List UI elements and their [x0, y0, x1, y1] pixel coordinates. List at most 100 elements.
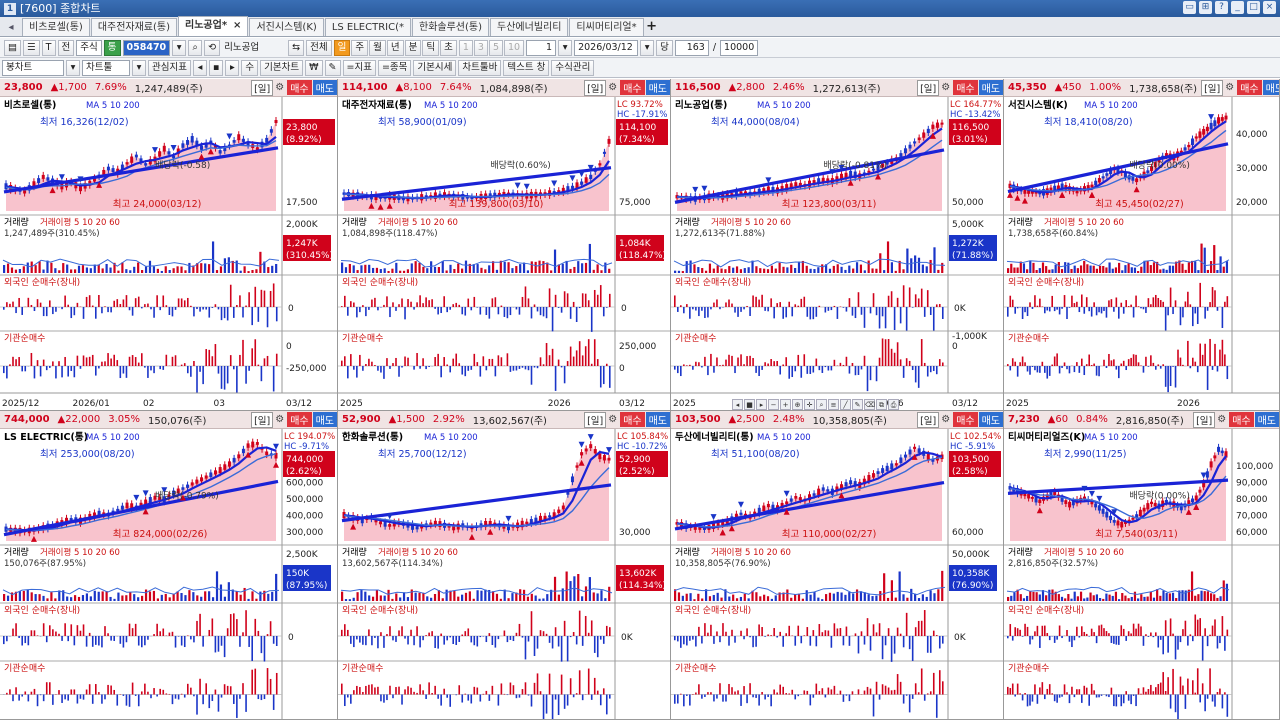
count-input[interactable]: 1: [526, 39, 557, 56]
buy-button[interactable]: 매수: [287, 412, 312, 427]
zoom-out-icon[interactable]: −: [768, 398, 779, 410]
period-button-5[interactable]: 틱: [422, 39, 440, 56]
chart-svg[interactable]: 대주전자재료(통) MA 5 10 200최저 58,900(01/09)최고 1…: [338, 97, 671, 411]
formula-icon[interactable]: 수: [241, 59, 259, 76]
chart-svg[interactable]: 리노공업(통) MA 5 10 200최저 44,000(08/04)최고 123…: [671, 97, 1004, 411]
period-badge[interactable]: [일]: [1201, 79, 1224, 96]
copy-icon[interactable]: ⧉: [876, 398, 887, 410]
chart-panel[interactable]: 7,230 ▲60 0.84% 2,816,850(주) [일] ⚙ 매수 매도 티씨머티리얼즈…: [1004, 411, 1280, 720]
period-badge[interactable]: [일]: [251, 79, 274, 96]
buy-button[interactable]: 매수: [620, 412, 645, 427]
tab-2[interactable]: 리노공업* ×: [178, 16, 249, 36]
prev-icon[interactable]: ◂: [192, 59, 207, 76]
formula-manage-button[interactable]: 수식관리: [551, 59, 595, 76]
item-button[interactable]: =종목: [377, 59, 412, 76]
tile-icon[interactable]: T: [41, 39, 56, 56]
sidebar-toggle-icon[interactable]: ◂: [0, 18, 22, 36]
crosshair-icon[interactable]: ✛: [804, 398, 815, 410]
stock-type-select[interactable]: 주식: [76, 39, 102, 56]
chart-toolbar-button[interactable]: 차트툴바: [458, 59, 502, 76]
buy-button[interactable]: 매수: [1229, 412, 1254, 427]
fit-icon[interactable]: ⊕: [792, 398, 803, 410]
gear-icon[interactable]: ⚙: [939, 82, 952, 93]
sell-button[interactable]: 매도: [978, 412, 1003, 427]
add-tab-button[interactable]: +: [645, 18, 659, 36]
gear-icon[interactable]: ⚙: [1223, 82, 1236, 93]
tab-6[interactable]: 두산에너빌리티: [490, 18, 569, 36]
all-button[interactable]: 전체: [306, 39, 332, 56]
pin-icon[interactable]: ⊞: [1199, 1, 1212, 14]
interval-button-3[interactable]: 10: [503, 39, 525, 56]
minimize-icon[interactable]: _: [1231, 1, 1244, 14]
buy-button[interactable]: 매수: [620, 80, 645, 95]
scroll-left-icon[interactable]: ◂: [732, 398, 743, 410]
chart-svg[interactable]: LS ELECTRIC(통)MA 5 10 200최저 253,000(08/2…: [0, 429, 338, 720]
sell-button[interactable]: 매도: [1262, 80, 1279, 95]
maximize-icon[interactable]: □: [1247, 1, 1260, 14]
chart-svg[interactable]: 서진시스템(K) MA 5 10 200최저 18,410(08/20)최고 45…: [1004, 97, 1280, 411]
layout-icon[interactable]: ▤: [4, 39, 21, 56]
scroll-stop-icon[interactable]: ■: [744, 398, 755, 410]
sell-button[interactable]: 매도: [645, 412, 670, 427]
gear-icon[interactable]: ⚙: [606, 82, 619, 93]
interval-button-0[interactable]: 1: [458, 39, 473, 56]
close-icon[interactable]: ×: [1263, 1, 1276, 14]
stock-code-input[interactable]: 058470: [122, 39, 171, 56]
period-button-0[interactable]: 일: [333, 39, 351, 56]
sell-button[interactable]: 매도: [312, 80, 337, 95]
chart-svg[interactable]: 티씨머티리얼즈(K)MA 5 10 200최저 2,990(11/25)최고 7…: [1004, 429, 1280, 720]
full-button[interactable]: 전: [57, 39, 75, 56]
indicator-button[interactable]: =지표: [342, 59, 376, 76]
chart-panel[interactable]: 103,500 ▲2,500 2.48% 10,358,805(주) [일] ⚙ 매수 매도 두…: [671, 411, 1004, 720]
interval-button-2[interactable]: 5: [488, 39, 503, 56]
search-icon[interactable]: ⌕: [188, 39, 203, 56]
chart-panel[interactable]: 52,900 ▲1,500 2.92% 13,602,567(주) [일] ⚙ 매수 매도 한화…: [338, 411, 671, 720]
chart-type-select[interactable]: 봉차트: [2, 59, 64, 76]
next-icon[interactable]: ▸: [225, 59, 240, 76]
period-button-1[interactable]: 주: [351, 39, 369, 56]
won-icon[interactable]: ₩: [305, 59, 323, 76]
draw-icon[interactable]: ✎: [324, 59, 341, 76]
zoom-in-icon[interactable]: +: [780, 398, 791, 410]
help-icon[interactable]: ?: [1215, 1, 1228, 14]
chart-svg[interactable]: 한화솔루션(통)MA 5 10 200최저 25,700(12/12)40,00…: [338, 429, 671, 720]
gear-icon[interactable]: ⚙: [273, 414, 286, 425]
interval-button-1[interactable]: 3: [473, 39, 488, 56]
period-button-6[interactable]: 초: [440, 39, 457, 56]
print-icon[interactable]: ⎙: [888, 398, 899, 410]
count-dropdown-icon[interactable]: ▾: [558, 39, 573, 56]
scroll-right-icon[interactable]: ▸: [756, 398, 767, 410]
basic-chart-button[interactable]: 기본차트: [260, 59, 304, 76]
bars-shown-input[interactable]: 163: [674, 39, 709, 56]
date-input[interactable]: 2026/03/12: [574, 39, 639, 56]
tab-4[interactable]: LS ELECTRIC(*: [324, 18, 411, 36]
tab-7[interactable]: 티씨머티리얼*: [569, 18, 644, 36]
chart-type-dropdown-icon[interactable]: ▾: [66, 59, 80, 76]
chart-panel[interactable]: 114,100 ▲8,100 7.64% 1,084,898(주) [일] ⚙ 매수 매도 대주…: [338, 79, 671, 411]
stop-icon[interactable]: ▪: [208, 59, 224, 76]
period-badge[interactable]: [일]: [584, 79, 607, 96]
close-tab-icon[interactable]: ×: [233, 20, 241, 31]
gear-icon[interactable]: ⚙: [939, 414, 952, 425]
chart-svg[interactable]: 두산에너빌리티(통) MA 5 10 200최저 51,100(08/20)최고 …: [671, 429, 1004, 720]
period-badge[interactable]: [일]: [1193, 411, 1216, 428]
period-button-2[interactable]: 월: [369, 39, 386, 56]
period-badge[interactable]: [일]: [584, 411, 607, 428]
buy-button[interactable]: 매수: [287, 80, 312, 95]
chart-svg[interactable]: 비츠로셀(통) MA 5 10 200최저 16,326(12/02)최고 24,…: [0, 97, 338, 411]
period-button-3[interactable]: 년: [386, 39, 404, 56]
sell-button[interactable]: 매도: [312, 412, 337, 427]
ruler-icon[interactable]: ≡: [828, 398, 839, 410]
sell-button[interactable]: 매도: [1254, 412, 1279, 427]
gear-icon[interactable]: ⚙: [606, 414, 619, 425]
sell-button[interactable]: 매도: [645, 80, 670, 95]
sync-icon[interactable]: ⇆: [288, 39, 305, 56]
chart-panel[interactable]: 45,350▲4501.00%1,738,658(주)[일]⚙매수매도서진시스템…: [1004, 79, 1280, 411]
chart-panel[interactable]: 23,800 ▲1,700 7.69% 1,247,489(주) [일] ⚙ 매수 매도 비츠로…: [0, 79, 338, 411]
text-window-button[interactable]: 텍스트 창: [503, 59, 550, 76]
pencil-icon[interactable]: ✎: [852, 398, 863, 410]
list-icon[interactable]: ☰: [22, 39, 40, 56]
restore-icon[interactable]: ▭: [1183, 1, 1196, 14]
buy-button[interactable]: 매수: [953, 80, 978, 95]
chart-tool-select[interactable]: 차트툴: [82, 59, 130, 76]
